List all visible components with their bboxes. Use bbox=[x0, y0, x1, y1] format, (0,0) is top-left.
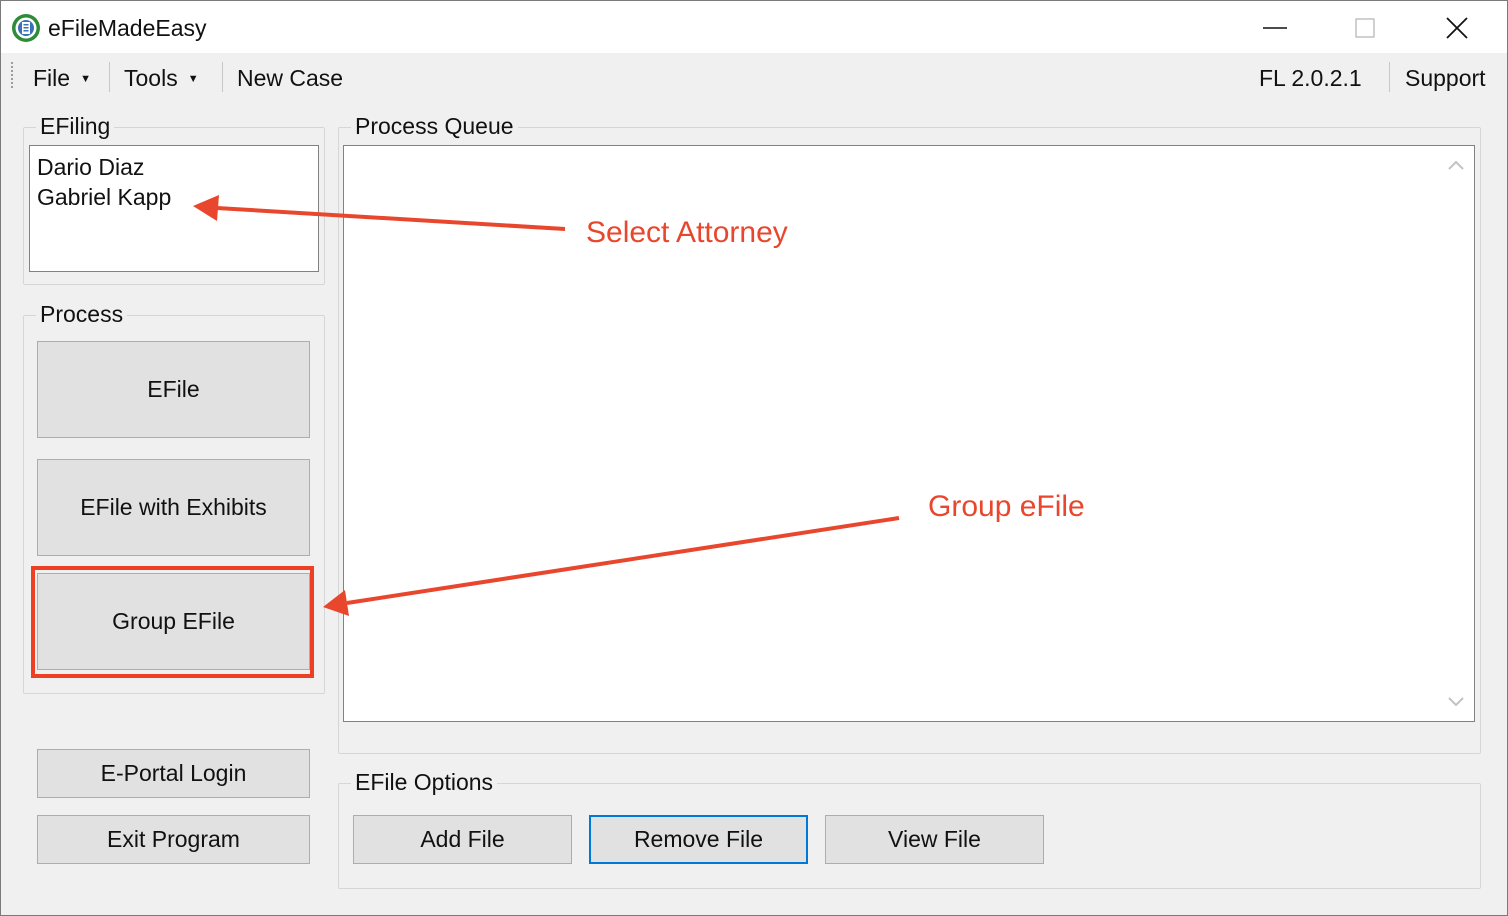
arrow-line bbox=[216, 206, 566, 231]
arrow-head-icon bbox=[193, 195, 219, 221]
annotation-arrows bbox=[193, 195, 900, 616]
arrow-head-icon bbox=[323, 590, 349, 616]
arrow-line bbox=[346, 516, 900, 605]
group-efile-annotation: Group eFile bbox=[928, 490, 1085, 523]
select-attorney-annotation: Select Attorney bbox=[586, 216, 788, 249]
app-window: eFileMadeEasy File ▼ Tools ▼ New Case FL… bbox=[0, 0, 1508, 916]
